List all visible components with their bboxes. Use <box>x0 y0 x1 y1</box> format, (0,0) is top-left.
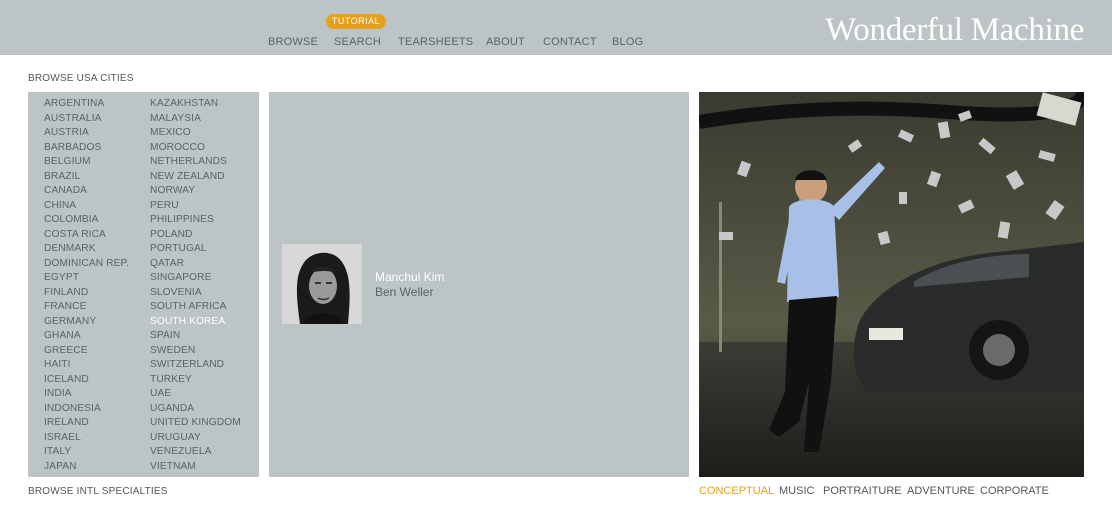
country-item[interactable]: ISRAEL <box>44 431 129 446</box>
country-item[interactable]: COSTA RICA <box>44 228 129 243</box>
browse-usa-cities-link[interactable]: BROWSE USA CITIES <box>28 73 134 84</box>
country-item[interactable]: PHILIPPINES <box>150 213 241 228</box>
country-item[interactable]: INDIA <box>44 387 129 402</box>
country-item[interactable]: ICELAND <box>44 373 129 388</box>
specialty-corporate[interactable]: CORPORATE <box>980 485 1049 497</box>
country-item[interactable]: CANADA <box>44 184 129 199</box>
country-item[interactable]: AUSTRIA <box>44 126 129 141</box>
photographer-rep: Ben Weller <box>375 285 434 299</box>
country-item[interactable]: UGANDA <box>150 402 241 417</box>
country-column-right: KAZAKHSTAN MALAYSIA MEXICO MOROCCO NETHERLAN… <box>150 97 241 474</box>
country-item[interactable]: PERU <box>150 199 241 214</box>
country-item[interactable]: MOROCCO <box>150 141 241 156</box>
photographer-panel: Manchul Kim Ben Weller <box>269 92 689 477</box>
nav-contact[interactable]: CONTACT <box>543 36 597 48</box>
country-item[interactable]: HAITI <box>44 358 129 373</box>
nav-about[interactable]: ABOUT <box>486 36 525 48</box>
country-item[interactable]: UAE <box>150 387 241 402</box>
country-item[interactable]: BELGIUM <box>44 155 129 170</box>
country-item[interactable]: EGYPT <box>44 271 129 286</box>
country-item[interactable]: CHINA <box>44 199 129 214</box>
country-item[interactable]: DENMARK <box>44 242 129 257</box>
country-item[interactable]: NETHERLANDS <box>150 155 241 170</box>
country-item[interactable]: JAPAN <box>44 460 129 475</box>
specialty-music[interactable]: MUSIC <box>779 485 814 497</box>
country-item[interactable]: GERMANY <box>44 315 129 330</box>
tutorial-badge[interactable]: TUTORIAL <box>326 14 386 29</box>
country-item[interactable]: MALAYSIA <box>150 112 241 127</box>
country-item[interactable]: GREECE <box>44 344 129 359</box>
specialty-adventure[interactable]: ADVENTURE <box>907 485 975 497</box>
country-item[interactable]: AUSTRALIA <box>44 112 129 127</box>
country-item[interactable]: POLAND <box>150 228 241 243</box>
country-item[interactable]: BRAZIL <box>44 170 129 185</box>
specialty-conceptual[interactable]: CONCEPTUAL <box>699 485 774 497</box>
country-item[interactable]: TURKEY <box>150 373 241 388</box>
photographer-avatar[interactable] <box>282 244 362 324</box>
nav-search[interactable]: SEARCH <box>334 36 381 48</box>
country-list-panel: ARGENTINA AUSTRALIA AUSTRIA BARBADOS BELGIUM… <box>28 92 259 477</box>
country-item[interactable]: SLOVENIA <box>150 286 241 301</box>
country-item[interactable]: COLOMBIA <box>44 213 129 228</box>
country-item[interactable]: FRANCE <box>44 300 129 315</box>
country-item[interactable]: NORWAY <box>150 184 241 199</box>
browse-intl-specialties-link[interactable]: BROWSE INTL SPECIALTIES <box>28 486 168 497</box>
country-item[interactable]: SOUTH KOREA <box>150 315 241 330</box>
nav-tearsheets[interactable]: TEARSHEETS <box>398 36 473 48</box>
country-item[interactable]: SPAIN <box>150 329 241 344</box>
featured-photo-image <box>699 92 1084 477</box>
specialty-portraiture[interactable]: PORTRAITURE <box>823 485 902 497</box>
country-item[interactable]: DOMINICAN REP. <box>44 257 129 272</box>
nav-blog[interactable]: BLOG <box>612 36 643 48</box>
country-item[interactable]: IRELAND <box>44 416 129 431</box>
country-item[interactable]: PORTUGAL <box>150 242 241 257</box>
country-item[interactable]: SINGAPORE <box>150 271 241 286</box>
country-item[interactable]: FINLAND <box>44 286 129 301</box>
country-item[interactable]: ITALY <box>44 445 129 460</box>
country-item[interactable]: URUGUAY <box>150 431 241 446</box>
site-logo[interactable]: Wonderful Machine <box>825 12 1084 49</box>
country-item[interactable]: NEW ZEALAND <box>150 170 241 185</box>
country-item[interactable]: UNITED KINGDOM <box>150 416 241 431</box>
country-item[interactable]: SWEDEN <box>150 344 241 359</box>
country-item[interactable]: INDONESIA <box>44 402 129 417</box>
country-column-left: ARGENTINA AUSTRALIA AUSTRIA BARBADOS BELGIUM… <box>44 97 129 474</box>
country-item[interactable]: ARGENTINA <box>44 97 129 112</box>
country-item[interactable]: VIETNAM <box>150 460 241 475</box>
country-item[interactable]: KAZAKHSTAN <box>150 97 241 112</box>
nav-browse[interactable]: BROWSE <box>268 36 318 48</box>
country-item[interactable]: SOUTH AFRICA <box>150 300 241 315</box>
photographer-name[interactable]: Manchul Kim <box>375 270 444 284</box>
country-item[interactable]: MEXICO <box>150 126 241 141</box>
country-item[interactable]: GHANA <box>44 329 129 344</box>
featured-photo[interactable] <box>699 92 1084 477</box>
country-item[interactable]: SWITZERLAND <box>150 358 241 373</box>
country-item[interactable]: BARBADOS <box>44 141 129 156</box>
country-item[interactable]: VENEZUELA <box>150 445 241 460</box>
country-item[interactable]: QATAR <box>150 257 241 272</box>
portrait-image <box>282 244 362 324</box>
